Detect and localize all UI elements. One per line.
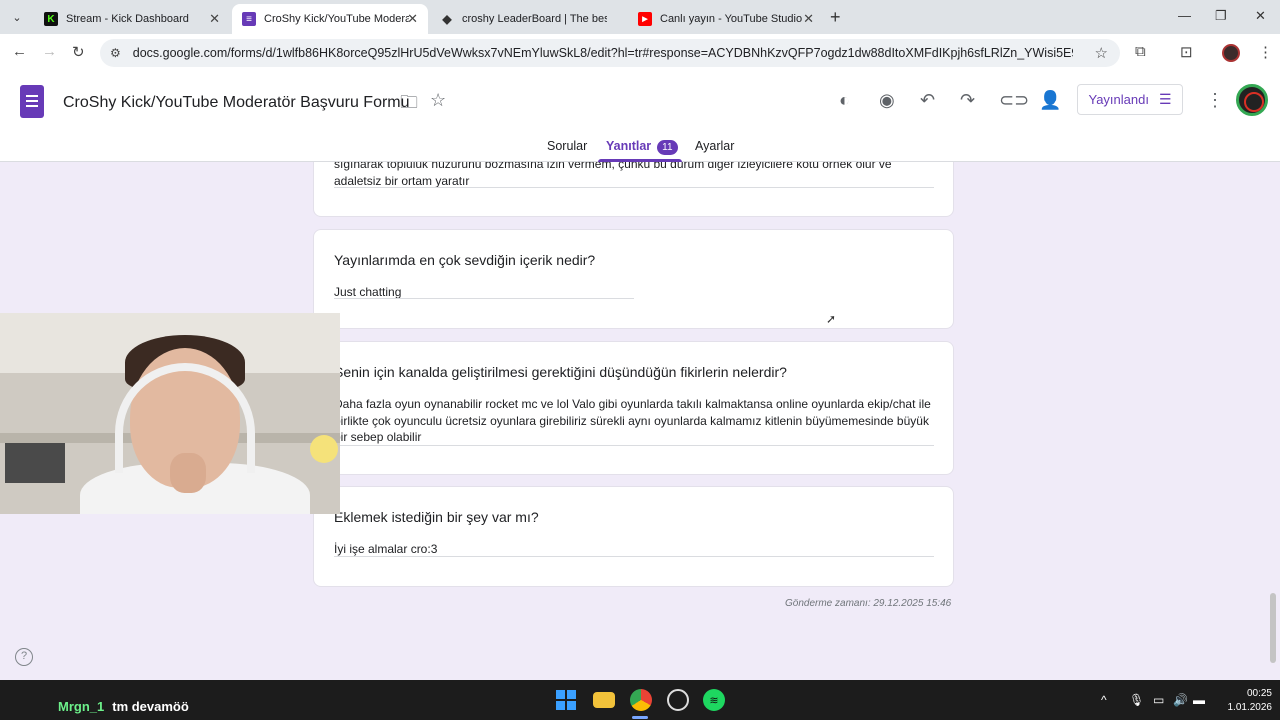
page-scrollbar[interactable] [1270, 593, 1276, 663]
help-icon[interactable]: ? [15, 648, 33, 666]
browser-tab-bar: ⌄ K Stream - Kick Dashboard ✕ ≡ CroShy K… [0, 0, 1280, 34]
mouse-cursor-icon: ➚ [826, 312, 837, 326]
minimize-icon[interactable]: — [1178, 8, 1191, 23]
question-title: Yayınlarımda en çok sevdiğin içerik nedi… [334, 252, 596, 268]
answer-underline [334, 298, 634, 299]
more-options-icon[interactable]: ⋮ [1206, 90, 1224, 111]
google-forms-icon: ≡ [242, 12, 256, 26]
system-clock[interactable]: 00:25 1.01.2026 [1212, 687, 1273, 715]
tab-title: CroShy Kick/YouTube Moderatör [264, 13, 409, 25]
youtube-icon: ▶ [638, 12, 652, 26]
tab-questions[interactable]: Sorular [547, 139, 587, 153]
form-title[interactable]: CroShy Kick/YouTube Moderatör Başvuru Fo… [63, 94, 410, 112]
windows-start-icon[interactable] [555, 689, 577, 711]
answer-underline [334, 556, 934, 557]
file-explorer-icon[interactable] [593, 692, 615, 708]
webcam-overlay [0, 313, 340, 514]
kick-icon: K [44, 12, 58, 26]
stream-chat-overlay: Mrgn_1 tm devamöö [58, 699, 189, 714]
taskbar: Mrgn_1 tm devamöö ≋ ^ 🎙 ▭ 🔊 ▬ 00:25 1.01.… [0, 680, 1280, 720]
close-icon[interactable]: ✕ [803, 11, 814, 27]
address-bar: ← → ↻ ⚙ docs.google.com/forms/d/1wlfb86H… [0, 34, 1280, 72]
question-title: Eklemek istediğin bir şey var mı? [334, 509, 539, 525]
tab-settings[interactable]: Ayarlar [695, 139, 734, 153]
tab-title: Canlı yayın - YouTube Studio [660, 13, 803, 25]
response-card: Yayınlarımda en çok sevdiğin içerik nedi… [313, 229, 954, 329]
tab-responses[interactable]: Yanıtlar 11 [606, 139, 678, 155]
obs-icon[interactable] [667, 689, 689, 711]
redo-icon[interactable]: ↷ [960, 90, 975, 111]
undo-icon[interactable]: ↶ [920, 90, 935, 111]
extensions-icon[interactable]: ⧉ [1135, 43, 1146, 60]
question-title: Senin için kanalda geliştirilmesi gerekt… [334, 364, 787, 380]
link-icon[interactable]: ⊂⊃ [999, 90, 1029, 111]
forward-icon[interactable]: → [42, 43, 57, 60]
publish-settings-icon: ☰ [1158, 91, 1172, 107]
active-tab-indicator [598, 159, 682, 162]
url-text: docs.google.com/forms/d/1wlfb86HK8orceQ9… [132, 46, 1073, 60]
answer-underline [334, 187, 934, 188]
show-hidden-icons-icon[interactable]: ^ [1101, 693, 1107, 707]
google-forms-logo-icon[interactable] [20, 85, 44, 118]
forms-header: CroShy Kick/YouTube Moderatör Başvuru Fo… [0, 72, 1280, 162]
chrome-icon[interactable] [630, 689, 652, 711]
url-field[interactable]: ⚙ docs.google.com/forms/d/1wlfb86HK8orce… [100, 39, 1120, 67]
back-icon[interactable]: ← [12, 43, 27, 60]
tab-title: Stream - Kick Dashboard [66, 13, 189, 25]
volume-icon[interactable]: 🔊 [1173, 693, 1188, 707]
close-icon[interactable]: ✕ [209, 11, 220, 27]
published-label: Yayınlandı [1088, 92, 1149, 107]
response-count-badge: 11 [657, 140, 678, 155]
browser-menu-icon[interactable]: ⋮ [1258, 43, 1273, 61]
browser-tab-leaderboard[interactable]: ◆ croshy LeaderBoard | The best C [430, 4, 626, 34]
battery-icon[interactable]: ▬ [1193, 693, 1205, 707]
clock-time: 00:25 [1246, 688, 1272, 699]
site-info-icon[interactable]: ⚙ [110, 46, 121, 60]
folder-icon[interactable]: 🗀 [400, 90, 418, 120]
answer-underline [334, 445, 934, 446]
preview-eye-icon[interactable]: ◉ [879, 90, 895, 111]
restore-icon[interactable]: ❐ [1215, 8, 1227, 24]
add-collaborator-icon[interactable]: 👤 [1039, 90, 1061, 111]
network-icon[interactable]: ▭ [1153, 693, 1164, 707]
published-button[interactable]: Yayınlandı ☰ [1077, 84, 1183, 115]
browser-tab-forms[interactable]: ≡ CroShy Kick/YouTube Moderatör ✕ [232, 4, 428, 34]
answer-text: Daha fazla oyun oynanabilir rocket mc ve… [334, 397, 931, 444]
account-avatar[interactable] [1236, 84, 1268, 116]
active-app-indicator [632, 716, 648, 719]
tab-responses-label: Yanıtlar [606, 139, 652, 153]
microphone-icon[interactable]: 🎙 [1129, 693, 1144, 707]
star-icon[interactable]: ☆ [430, 90, 446, 111]
chat-username: Mrgn_1 [58, 699, 105, 714]
palette-icon[interactable]: ◐ [839, 90, 850, 111]
spotify-icon[interactable]: ≋ [703, 689, 725, 711]
browser-tab-kick[interactable]: K Stream - Kick Dashboard ✕ [34, 4, 230, 34]
browser-profile-avatar[interactable] [1222, 44, 1240, 62]
screen-share-icon[interactable]: ⊡ [1180, 43, 1193, 61]
new-tab-button[interactable]: + [830, 7, 841, 28]
bookmark-star-icon[interactable]: ☆ [1095, 44, 1108, 62]
window-close-icon[interactable]: ✕ [1255, 8, 1266, 24]
chat-message: tm devamöö [112, 699, 189, 714]
tab-title: croshy LeaderBoard | The best C [462, 13, 607, 25]
close-icon[interactable]: ✕ [407, 11, 418, 27]
plush-toy [310, 435, 338, 463]
submission-timestamp: Gönderme zamanı: 29.12.2025 15:46 [785, 598, 952, 609]
response-card: Senin için kanalda geliştirilmesi gerekt… [313, 341, 954, 475]
response-card: Eklemek istediğin bir şey var mı? İyi iş… [313, 486, 954, 587]
browser-tab-youtube[interactable]: ▶ Canlı yayın - YouTube Studio ✕ [628, 4, 824, 34]
clock-date: 1.01.2026 [1227, 702, 1273, 713]
diamond-icon: ◆ [442, 12, 452, 26]
tab-search-icon[interactable]: ⌄ [6, 7, 28, 27]
form-tabs: Sorular Yanıtlar 11 Ayarlar [0, 134, 1280, 162]
reload-icon[interactable]: ↻ [72, 43, 85, 61]
